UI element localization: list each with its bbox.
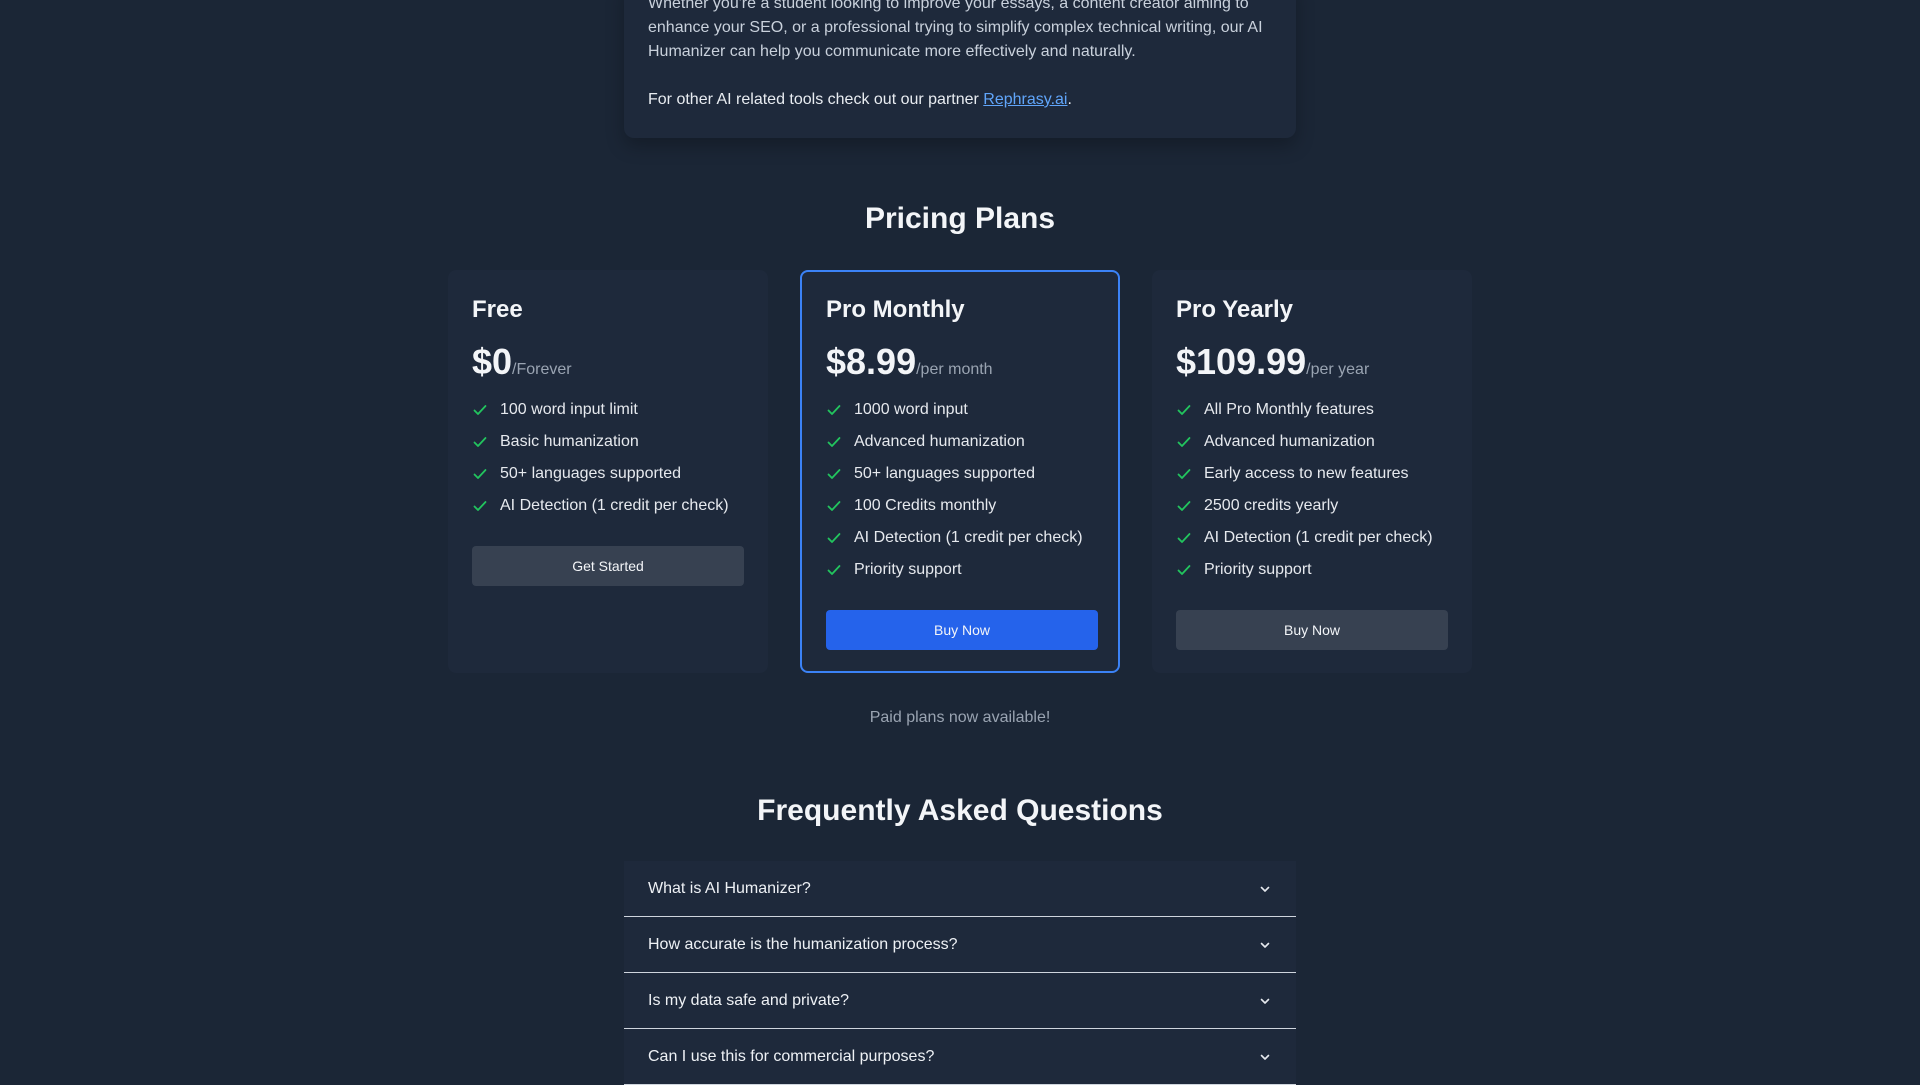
feature-label: AI Detection (1 credit per check) xyxy=(500,497,729,514)
plan-name: Pro Yearly xyxy=(1176,296,1293,323)
partner-suffix: . xyxy=(1067,91,1072,108)
feature-label: AI Detection (1 credit per check) xyxy=(854,529,1083,546)
feature-label: 1000 word input xyxy=(854,401,968,418)
feature-label: Basic humanization xyxy=(500,433,639,450)
faq-list: What is AI Humanizer? How accurate is th… xyxy=(624,861,1296,1085)
plan-price: $109.99 xyxy=(1176,341,1307,382)
feature-item: Priority support xyxy=(1176,558,1448,582)
plan-price-row: $0 /Forever xyxy=(472,342,744,382)
get-started-button[interactable]: Get Started xyxy=(472,546,744,586)
feature-label: Advanced humanization xyxy=(854,433,1025,450)
feature-item: 1000 word input xyxy=(826,398,1094,422)
plan-price-row: $109.99 /per year xyxy=(1176,342,1448,382)
plan-period: /Forever xyxy=(512,361,572,378)
plan-name: Pro Monthly xyxy=(826,296,965,323)
feature-item: Advanced humanization xyxy=(826,430,1094,454)
check-icon xyxy=(473,437,487,447)
faq-question: How accurate is the humanization process… xyxy=(648,935,958,953)
plan-price: $0 xyxy=(472,341,513,382)
partner-prefix: For other AI related tools check out our… xyxy=(648,91,984,108)
check-icon xyxy=(1177,533,1191,543)
feature-item: 100 Credits monthly xyxy=(826,494,1094,518)
check-icon xyxy=(827,405,841,415)
chevron-down-icon xyxy=(1260,942,1270,948)
plan-card-free: Free $0 /Forever 100 word input limit Ba… xyxy=(448,270,768,673)
faq-title: Frequently Asked Questions xyxy=(757,794,1163,827)
plan-period: /per month xyxy=(916,361,993,378)
check-icon xyxy=(473,405,487,415)
buy-now-yearly-button[interactable]: Buy Now xyxy=(1176,610,1448,650)
plan-card-pro-yearly: Pro Yearly $109.99 /per year All Pro Mon… xyxy=(1152,270,1472,673)
feature-item: 50+ languages supported xyxy=(472,462,744,486)
feature-item: Advanced humanization xyxy=(1176,430,1448,454)
chevron-down-icon xyxy=(1260,998,1270,1004)
plan-price-row: $8.99 /per month xyxy=(826,342,1094,382)
feature-item: All Pro Monthly features xyxy=(1176,398,1448,422)
faq-question: Is my data safe and private? xyxy=(648,991,849,1009)
faq-question: What is AI Humanizer? xyxy=(648,879,811,897)
feature-item: 50+ languages supported xyxy=(826,462,1094,486)
partner-link[interactable]: Rephrasy.ai xyxy=(983,91,1067,108)
feature-label: 100 word input limit xyxy=(500,401,638,418)
check-icon xyxy=(827,501,841,511)
partner-paragraph: For other AI related tools check out our… xyxy=(648,88,1272,112)
check-icon xyxy=(827,437,841,447)
feature-item: AI Detection (1 credit per check) xyxy=(826,526,1094,550)
chevron-down-icon xyxy=(1260,1054,1270,1060)
check-icon xyxy=(473,501,487,511)
feature-label: Priority support xyxy=(1204,561,1312,578)
feature-item: 2500 credits yearly xyxy=(1176,494,1448,518)
faq-question: Can I use this for commercial purposes? xyxy=(648,1047,935,1065)
faq-item[interactable]: Can I use this for commercial purposes? xyxy=(624,1029,1296,1085)
buy-now-monthly-button[interactable]: Buy Now xyxy=(826,610,1098,650)
feature-list: 1000 word input Advanced humanization 50… xyxy=(826,398,1094,582)
feature-item: Priority support xyxy=(826,558,1094,582)
feature-item: AI Detection (1 credit per check) xyxy=(1176,526,1448,550)
faq-item[interactable]: How accurate is the humanization process… xyxy=(624,917,1296,973)
feature-label: Early access to new features xyxy=(1204,465,1409,482)
feature-label: All Pro Monthly features xyxy=(1204,401,1374,418)
check-icon xyxy=(827,565,841,575)
feature-label: 100 Credits monthly xyxy=(854,497,997,514)
check-icon xyxy=(827,533,841,543)
feature-item: 100 word input limit xyxy=(472,398,744,422)
faq-item[interactable]: Is my data safe and private? xyxy=(624,973,1296,1029)
feature-item: Basic humanization xyxy=(472,430,744,454)
feature-label: Priority support xyxy=(854,561,962,578)
feature-label: 50+ languages supported xyxy=(500,465,682,482)
pricing-title: Pricing Plans xyxy=(864,202,1056,235)
feature-label: 50+ languages supported xyxy=(854,465,1036,482)
feature-label: AI Detection (1 credit per check) xyxy=(1204,529,1433,546)
intro-paragraph: Whether you're a student looking to impr… xyxy=(648,0,1263,60)
check-icon xyxy=(1177,437,1191,447)
paid-plans-note: Paid plans now available! xyxy=(869,709,1051,726)
check-icon xyxy=(473,469,487,479)
chevron-down-icon xyxy=(1260,886,1270,892)
feature-list: All Pro Monthly features Advanced humani… xyxy=(1176,398,1448,582)
plan-card-pro-monthly: Pro Monthly $8.99 /per month 1000 word i… xyxy=(800,270,1120,673)
feature-item: Early access to new features xyxy=(1176,462,1448,486)
plan-name: Free xyxy=(472,296,523,323)
intro-card: Whether you're a student looking to impr… xyxy=(624,0,1296,138)
faq-item[interactable]: What is AI Humanizer? xyxy=(624,861,1296,917)
check-icon xyxy=(1177,405,1191,415)
feature-label: Advanced humanization xyxy=(1204,433,1375,450)
feature-item: AI Detection (1 credit per check) xyxy=(472,494,744,518)
check-icon xyxy=(827,469,841,479)
check-icon xyxy=(1177,565,1191,575)
check-icon xyxy=(1177,501,1191,511)
plan-price: $8.99 xyxy=(826,341,917,382)
check-icon xyxy=(1177,469,1191,479)
feature-list: 100 word input limit Basic humanization … xyxy=(472,398,744,518)
feature-label: 2500 credits yearly xyxy=(1204,497,1339,514)
plan-period: /per year xyxy=(1306,361,1370,378)
